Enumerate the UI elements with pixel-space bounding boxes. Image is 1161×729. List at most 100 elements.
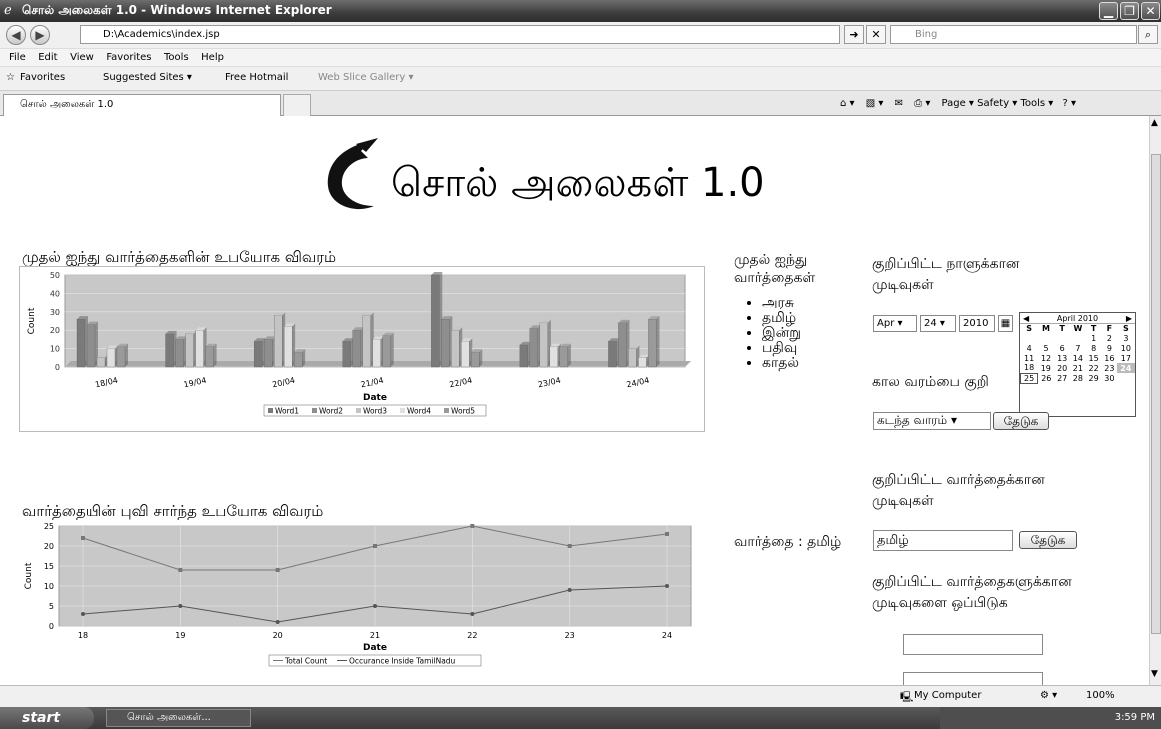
calendar-day[interactable]: 29: [1086, 373, 1102, 383]
minimize-button[interactable]: ▁: [1099, 2, 1118, 20]
menu-favorites[interactable]: Favorites: [106, 49, 151, 67]
compare-input-2[interactable]: [903, 672, 1043, 685]
calendar-day[interactable]: 26: [1038, 373, 1055, 383]
protected-mode-icon[interactable]: ⚙ ▾: [1040, 690, 1057, 701]
menu-help[interactable]: Help: [201, 49, 224, 67]
range-select[interactable]: கடந்த வாரம் ▾: [873, 412, 991, 430]
word-results-heading: குறிப்பிட்ட வார்த்தைக்கான முடிவுகள்: [872, 470, 1045, 512]
scroll-down-icon[interactable]: ▼: [1151, 669, 1158, 679]
calendar-day[interactable]: 1: [1086, 333, 1102, 343]
legend-swatch: [400, 408, 405, 413]
calendar-day[interactable]: 10: [1117, 343, 1134, 353]
legend-swatch: [268, 408, 273, 413]
year-field[interactable]: 2010: [959, 315, 995, 332]
calendar-icon[interactable]: ▦: [998, 315, 1013, 332]
calendar-day[interactable]: 3: [1117, 333, 1134, 343]
tab-current[interactable]: சொல் அலைகள் 1.0: [3, 94, 281, 116]
calendar-day[interactable]: 17: [1117, 353, 1134, 363]
top-words-heading-2: வார்த்தைகள்: [734, 270, 816, 286]
prev-month-icon[interactable]: ◀: [1020, 313, 1029, 324]
compare-input-1[interactable]: [903, 634, 1043, 655]
forward-button[interactable]: ▶: [30, 25, 50, 45]
calendar-day[interactable]: 21: [1070, 363, 1086, 373]
calendar-day[interactable]: 25: [1019, 372, 1039, 384]
bar: [86, 324, 96, 368]
fav-web-slice-gallery[interactable]: Web Slice Gallery ▾: [318, 72, 414, 83]
new-tab-button[interactable]: [283, 94, 311, 116]
calendar-day[interactable]: 4: [1021, 343, 1038, 353]
calendar-day[interactable]: 5: [1038, 343, 1055, 353]
legend-swatch: [356, 408, 361, 413]
calendar-day[interactable]: 14: [1070, 353, 1086, 363]
bar: [608, 341, 617, 368]
mail-icon[interactable]: ✉: [895, 98, 903, 109]
home-icon[interactable]: ⌂ ▾: [840, 98, 855, 109]
refresh-button[interactable]: ➜: [844, 25, 864, 44]
next-month-icon[interactable]: ▶: [1126, 313, 1135, 324]
calendar-day[interactable]: 11: [1021, 353, 1038, 363]
menu-edit[interactable]: Edit: [38, 49, 57, 67]
x-tick-label: 23/04: [537, 376, 561, 390]
close-button[interactable]: ✕: [1141, 2, 1160, 20]
scroll-up-icon[interactable]: ▲: [1151, 118, 1158, 128]
calendar-day[interactable]: 6: [1054, 343, 1070, 353]
maximize-button[interactable]: ❐: [1120, 2, 1139, 20]
help-icon[interactable]: ? ▾: [1063, 98, 1077, 109]
print-icon[interactable]: ⎙ ▾: [914, 98, 930, 109]
calendar-day[interactable]: 13: [1054, 353, 1070, 363]
scroll-thumb[interactable]: [1151, 154, 1161, 634]
calendar-day[interactable]: 2: [1102, 333, 1118, 343]
y-tick-label: 20: [44, 542, 54, 551]
calendar-weekday: T: [1090, 324, 1097, 333]
calendar-day[interactable]: 16: [1102, 353, 1118, 363]
calendar-day[interactable]: 9: [1102, 343, 1118, 353]
calendar-grid: SMTWTFS 1 2 3 4 5 6 7 8 9 10 11 12 13 14 15 16 17 18 19 20 2…: [1019, 324, 1135, 384]
zoom-level[interactable]: 100%: [1086, 690, 1115, 701]
menu-view[interactable]: View: [70, 49, 94, 67]
back-button[interactable]: ◀: [6, 25, 26, 45]
logo-icon: [327, 138, 378, 210]
word-input[interactable]: தமிழ்: [873, 530, 1013, 551]
calendar-day[interactable]: 18: [1021, 363, 1038, 373]
line-chart: 0 5 10 15 20 25 18 19 20 21 22 23 24 Count Date Total C…: [24, 522, 692, 667]
calendar-day[interactable]: 12: [1038, 353, 1055, 363]
calendar-day[interactable]: 30: [1102, 373, 1118, 383]
range-search-button[interactable]: தேடுக: [993, 412, 1049, 430]
y-axis-label: Count: [24, 562, 34, 589]
address-bar[interactable]: D:\Academics\index.jsp: [80, 25, 840, 44]
menu-tools[interactable]: Tools: [164, 49, 189, 67]
favorites-button[interactable]: Favorites: [20, 72, 65, 83]
word-search-button[interactable]: தேடுக: [1019, 531, 1077, 549]
fav-free-hotmail[interactable]: Free Hotmail: [225, 72, 288, 83]
x-tick-label: 22/04: [449, 376, 473, 390]
calendar-day[interactable]: 19: [1038, 363, 1055, 373]
calendar-weekday: W: [1073, 324, 1083, 333]
fav-suggested-sites[interactable]: Suggested Sites ▾: [103, 72, 192, 83]
bar: [96, 357, 106, 368]
search-icon[interactable]: ⌕: [1138, 25, 1158, 44]
calendar-day[interactable]: 7: [1070, 343, 1086, 353]
calendar-day: [1070, 333, 1086, 343]
calendar-day[interactable]: 8: [1086, 343, 1102, 353]
calendar-day[interactable]: 24: [1117, 363, 1135, 373]
calendar-day[interactable]: 15: [1086, 353, 1102, 363]
vertical-scrollbar[interactable]: ▲ ▼: [1149, 116, 1161, 685]
feeds-icon[interactable]: ▧ ▾: [866, 98, 884, 109]
search-input[interactable]: Bing: [890, 25, 1137, 44]
stop-button[interactable]: ✕: [866, 25, 886, 44]
calendar-day[interactable]: 28: [1070, 373, 1086, 383]
command-menus[interactable]: Page ▾ Safety ▾ Tools ▾: [942, 98, 1054, 109]
calendar-day[interactable]: 22: [1086, 363, 1102, 373]
day-select[interactable]: 24 ▾: [920, 315, 956, 332]
taskbar-item-ie[interactable]: சொல் அலைகள்...: [106, 709, 251, 727]
start-button[interactable]: start: [0, 707, 94, 729]
x-tick-label: 22: [467, 631, 477, 640]
title-bar: ℯ சொல் அலைகள் 1.0 - Windows Internet Exp…: [0, 0, 1161, 22]
month-select[interactable]: Apr ▾: [873, 315, 917, 332]
legend-entry: Word5: [451, 407, 475, 416]
calendar-day[interactable]: 27: [1054, 373, 1070, 383]
menu-file[interactable]: File: [9, 49, 26, 67]
calendar-day[interactable]: 20: [1054, 363, 1070, 373]
bar: [76, 319, 86, 368]
calendar-day[interactable]: 23: [1102, 363, 1118, 373]
